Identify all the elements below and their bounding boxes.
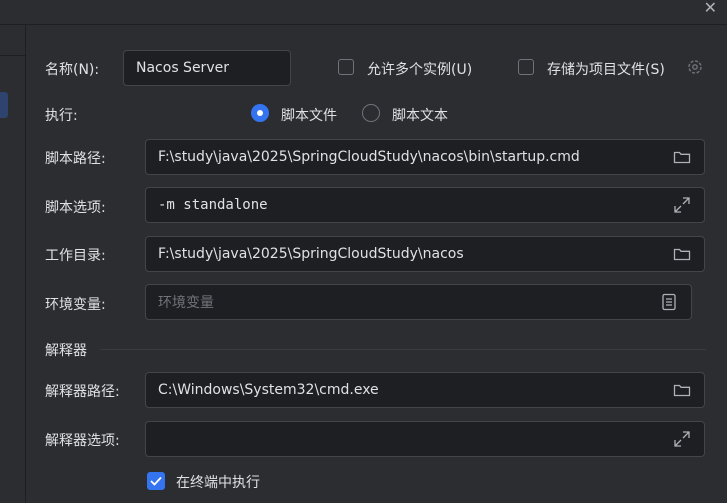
radio-script-file-label: 脚本文件 (281, 108, 337, 124)
radio-script-file[interactable] (251, 104, 269, 122)
interpreter-options-label: 解释器选项: (45, 433, 120, 449)
config-list-panel (0, 25, 26, 503)
folder-icon[interactable] (672, 380, 692, 400)
working-dir-value: F:\study\java\2025\SpringCloudStudy\naco… (158, 246, 464, 262)
expand-icon[interactable] (672, 429, 692, 449)
radio-script-text-label: 脚本文本 (392, 108, 448, 124)
execute-label: 执行: (45, 108, 78, 124)
document-icon[interactable] (659, 292, 679, 312)
env-vars-placeholder: 环境变量 (158, 295, 214, 311)
close-icon[interactable]: ✕ (704, 0, 717, 17)
script-options-label: 脚本选项: (45, 200, 106, 216)
title-bar (0, 0, 727, 25)
folder-icon[interactable] (672, 147, 692, 167)
name-input[interactable]: Nacos Server (123, 50, 291, 86)
interpreter-path-value: C:\Windows\System32\cmd.exe (158, 382, 379, 398)
script-options-value: -m standalone (158, 197, 268, 213)
expand-icon[interactable] (672, 195, 692, 215)
radio-script-text[interactable] (362, 104, 380, 122)
run-in-terminal-label: 在终端中执行 (176, 475, 260, 491)
script-path-value: F:\study\java\2025\SpringCloudStudy\naco… (158, 149, 580, 165)
env-vars-label: 环境变量: (45, 297, 106, 313)
panel-divider (0, 55, 25, 56)
interpreter-options-input[interactable] (145, 421, 705, 457)
checkmark-icon (150, 476, 162, 486)
script-options-input[interactable]: -m standalone (145, 187, 705, 223)
working-dir-input[interactable]: F:\study\java\2025\SpringCloudStudy\naco… (145, 236, 705, 272)
interpreter-path-input[interactable]: C:\Windows\System32\cmd.exe (145, 372, 705, 408)
interpreter-path-label: 解释器路径: (45, 384, 120, 400)
selected-config-indicator[interactable] (0, 92, 8, 118)
allow-multiple-label: 允许多个实例(U) (367, 62, 473, 78)
store-project-file-label: 存储为项目文件(S) (547, 62, 665, 78)
name-value: Nacos Server (136, 60, 229, 76)
section-divider (100, 349, 706, 350)
allow-multiple-checkbox[interactable] (338, 59, 354, 75)
run-in-terminal-checkbox[interactable] (147, 472, 165, 490)
interpreter-section-title: 解释器 (45, 343, 87, 359)
script-path-label: 脚本路径: (45, 151, 106, 167)
store-project-file-checkbox[interactable] (518, 59, 534, 75)
gear-icon[interactable] (686, 58, 704, 76)
working-dir-label: 工作目录: (45, 248, 106, 264)
name-label: 名称(N): (45, 62, 100, 78)
folder-icon[interactable] (672, 244, 692, 264)
script-path-input[interactable]: F:\study\java\2025\SpringCloudStudy\naco… (145, 139, 705, 175)
env-vars-input[interactable]: 环境变量 (145, 284, 692, 320)
